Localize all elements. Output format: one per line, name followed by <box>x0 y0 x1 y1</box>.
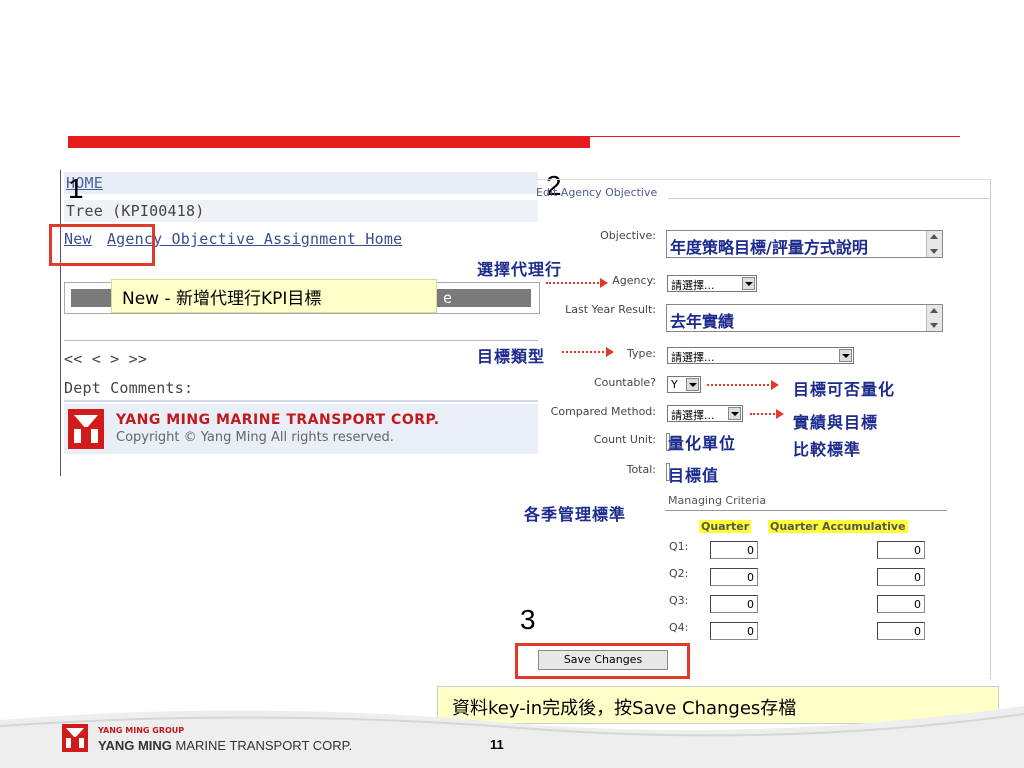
company-name: YANG MING MARINE TRANSPORT CORP. <box>116 412 440 428</box>
separator <box>64 400 538 402</box>
step-3-number: 3 <box>520 604 536 635</box>
total-label: Total: <box>626 463 656 476</box>
chevron-down-icon <box>686 378 699 391</box>
q1-label: Q1: <box>669 540 689 553</box>
footer-corp-rest: MARINE TRANSPORT CORP. <box>171 738 353 753</box>
pager-nav[interactable]: << < > >> <box>64 350 147 368</box>
col-header-quarter: Quarter <box>699 520 752 533</box>
q2-label: Q2: <box>669 567 689 580</box>
tree-label: Tree (KPI00418) <box>66 202 205 220</box>
left-web-panel: HOME Tree (KPI00418) New Agency Objectiv… <box>60 170 540 476</box>
dept-comments-label: Dept Comments: <box>64 379 194 397</box>
page-number: 11 <box>490 737 504 752</box>
company-footer: YANG MING MARINE TRANSPORT CORP. Copyrig… <box>64 404 538 454</box>
countable-select[interactable]: Y <box>667 376 701 393</box>
agency-select-value: 請選擇... <box>671 279 715 292</box>
q1-accum-input[interactable]: 0 <box>877 541 925 559</box>
compare-note-line-1: 實績與目標 <box>793 413 879 432</box>
countable-select-value: Y <box>671 378 678 391</box>
chevron-down-icon <box>728 407 741 420</box>
step-1-number: 1 <box>68 173 84 204</box>
q4-quarter-input[interactable]: 0 <box>710 622 758 640</box>
header-red-line <box>590 136 960 137</box>
last-year-textarea[interactable]: 去年實績 <box>666 304 943 332</box>
last-year-value: 去年實績 <box>670 312 735 331</box>
textarea-scrollbar[interactable] <box>926 231 942 257</box>
yang-ming-logo-icon <box>62 724 88 752</box>
q4-label: Q4: <box>669 621 689 634</box>
form-top-border <box>536 179 991 180</box>
objective-label: Objective: <box>600 229 656 242</box>
new-highlight-box <box>49 224 155 266</box>
q2-accum-input[interactable]: 0 <box>877 568 925 586</box>
compared-method-value: 請選擇... <box>671 409 715 422</box>
target-type-note: 目標類型 <box>477 347 546 366</box>
countable-arrow <box>707 380 779 390</box>
objective-textarea[interactable]: 年度策略目標/評量方式說明 <box>666 230 943 258</box>
form-title-underline <box>668 198 990 199</box>
managing-criteria-underline <box>665 510 947 511</box>
form-right-border <box>990 179 991 679</box>
header-red-bar <box>68 136 590 148</box>
total-value: 目標值 <box>668 466 720 485</box>
type-select[interactable]: 請選擇... <box>667 347 854 364</box>
q3-quarter-input[interactable]: 0 <box>710 595 758 613</box>
agency-select[interactable]: 請選擇... <box>667 275 757 292</box>
footer-corp-bold: YANG MING <box>98 738 172 753</box>
chevron-down-icon <box>839 349 852 362</box>
copyright-text: Copyright © Yang Ming All rights reserve… <box>116 430 394 445</box>
footer-group-name: YANG MING GROUP <box>98 726 185 735</box>
footer-corp-name: YANG MING MARINE TRANSPORT CORP. <box>98 738 352 753</box>
last-year-label: Last Year Result: <box>565 303 656 316</box>
form-title: Edit Agency Objective <box>536 186 658 199</box>
q3-accum-input[interactable]: 0 <box>877 595 925 613</box>
countable-label: Countable? <box>593 376 656 389</box>
count-unit-label: Count Unit: <box>593 433 656 446</box>
new-note: New - 新增代理行KPI目標 <box>111 279 437 313</box>
criteria-note: 各季管理標準 <box>524 505 627 524</box>
save-changes-button[interactable]: Save Changes <box>538 650 668 670</box>
compared-method-label: Compared Method: <box>550 405 656 418</box>
q1-quarter-input[interactable]: 0 <box>710 541 758 559</box>
q3-label: Q3: <box>669 594 689 607</box>
textarea-scrollbar[interactable] <box>926 305 942 331</box>
agency-label: Agency: <box>612 274 656 287</box>
chevron-down-icon <box>742 277 755 290</box>
type-select-value: 請選擇... <box>671 351 715 364</box>
objective-value: 年度策略目標/評量方式說明 <box>670 238 868 257</box>
count-unit-value: 量化單位 <box>668 434 737 453</box>
table-header-text: e <box>443 289 453 307</box>
col-header-accumulative: Quarter Accumulative <box>768 520 908 533</box>
compare-note-line-2: 比較標準 <box>793 440 862 459</box>
home-row: HOME <box>64 172 538 194</box>
countable-note: 目標可否量化 <box>793 380 896 399</box>
yang-ming-logo-icon <box>68 409 104 449</box>
compared-arrow <box>750 409 784 419</box>
q2-quarter-input[interactable]: 0 <box>710 568 758 586</box>
panel-border <box>60 170 61 476</box>
separator <box>64 340 538 341</box>
q4-accum-input[interactable]: 0 <box>877 622 925 640</box>
managing-criteria-title: Managing Criteria <box>668 494 767 507</box>
type-label: Type: <box>627 347 656 360</box>
tree-row: Tree (KPI00418) <box>64 200 538 222</box>
compared-method-select[interactable]: 請選擇... <box>667 405 743 422</box>
